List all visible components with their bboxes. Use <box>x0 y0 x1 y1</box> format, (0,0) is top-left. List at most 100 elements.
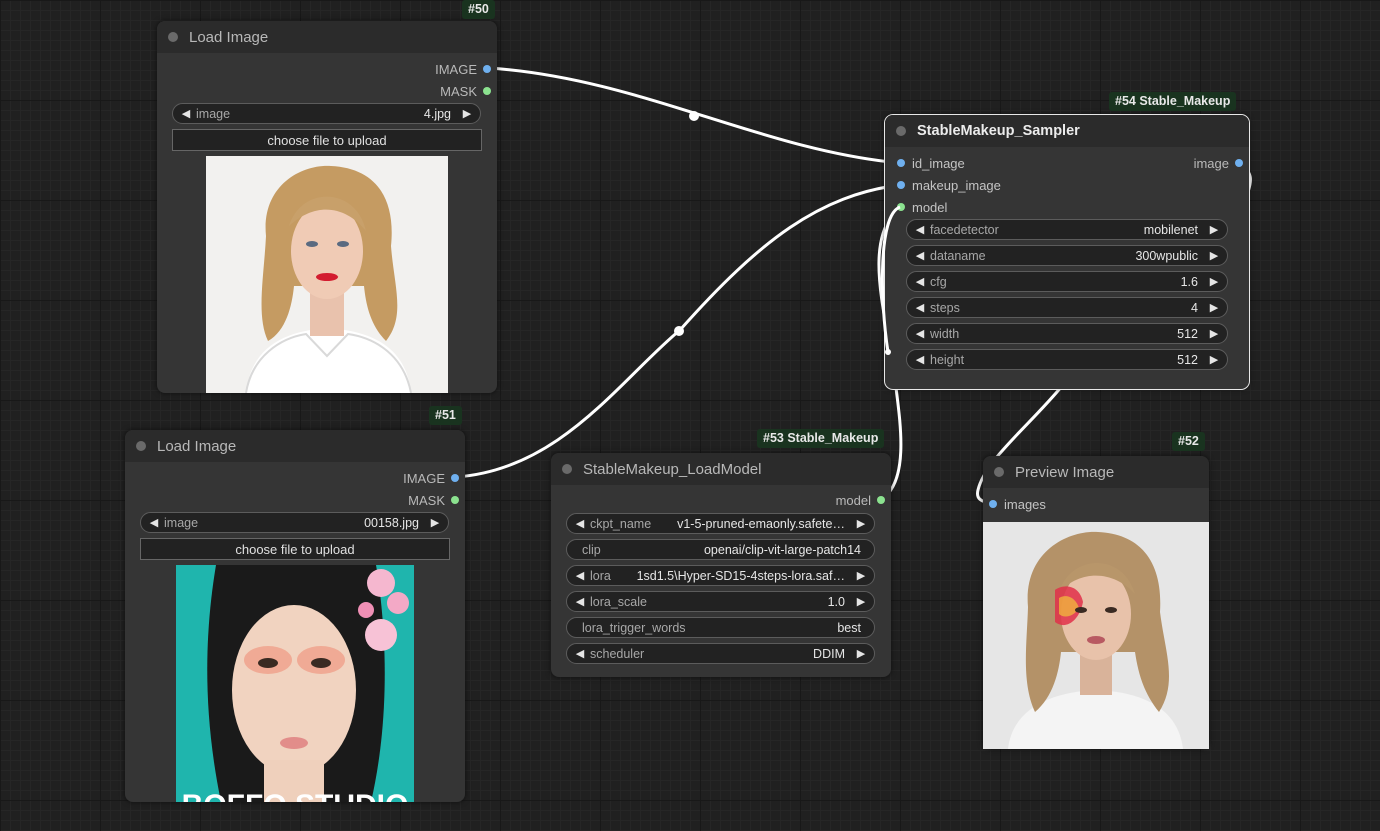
widget-value: openai/clip-vit-large-patch14 <box>703 542 861 557</box>
arrow-right-icon[interactable]: ▶ <box>855 517 867 530</box>
input-port-icon[interactable] <box>897 181 905 189</box>
input-slot-model[interactable]: model <box>897 198 947 216</box>
link-midpoint <box>689 111 699 121</box>
node-title-bar[interactable]: Load Image <box>157 21 497 53</box>
portrait-image <box>206 156 448 393</box>
load-image-node-50[interactable]: Load Image IMAGE MASK ◀ image 4.jpg ▶ ch… <box>157 21 497 393</box>
arrow-right-icon[interactable]: ▶ <box>1208 223 1220 236</box>
widget-label: clip <box>582 542 601 557</box>
output-port-icon[interactable] <box>483 65 491 73</box>
node-title: Load Image <box>157 437 237 455</box>
node-title-bar[interactable]: Preview Image <box>983 456 1209 488</box>
height-widget[interactable]: ◀ height 512 ▶ <box>906 349 1228 370</box>
arrow-left-icon[interactable]: ◀ <box>914 223 926 236</box>
steps-widget[interactable]: ◀ steps 4 ▶ <box>906 297 1228 318</box>
collapse-dot-icon[interactable] <box>136 441 146 451</box>
node-id-badge: #50 <box>462 0 495 19</box>
load-image-node-51[interactable]: Load Image IMAGE MASK ◀ image 00158.jpg … <box>125 430 465 802</box>
input-slot-makeup-image[interactable]: makeup_image <box>897 176 1001 194</box>
output-slot-image[interactable]: image <box>1194 154 1243 172</box>
arrow-left-icon[interactable]: ◀ <box>914 249 926 262</box>
collapse-dot-icon[interactable] <box>896 126 906 136</box>
upload-button[interactable]: choose file to upload <box>172 129 482 151</box>
stablemakeup-sampler-node-54[interactable]: StableMakeup_Sampler id_image makeup_ima… <box>884 114 1250 390</box>
clip-text-widget[interactable]: clip openai/clip-vit-large-patch14 <box>566 539 875 560</box>
output-label-image: IMAGE <box>403 470 445 486</box>
output-slot-model[interactable]: model <box>836 491 885 509</box>
cfg-widget[interactable]: ◀ cfg 1.6 ▶ <box>906 271 1228 292</box>
dataname-widget[interactable]: ◀ dataname 300wpublic ▶ <box>906 245 1228 266</box>
widget-value: 300wpublic <box>1135 248 1198 263</box>
output-slot-image[interactable]: IMAGE <box>403 469 459 487</box>
output-label-model: model <box>835 492 871 508</box>
node-id-badge: #51 <box>429 406 462 425</box>
input-slot-id-image[interactable]: id_image <box>897 154 965 172</box>
widget-label: scheduler <box>590 646 645 661</box>
input-port-icon[interactable] <box>989 500 997 508</box>
arrow-right-icon[interactable]: ▶ <box>855 647 867 660</box>
node-title: StableMakeup_Sampler <box>917 123 1080 139</box>
node-title-bar[interactable]: StableMakeup_Sampler <box>885 115 1249 147</box>
collapse-dot-icon[interactable] <box>168 32 178 42</box>
node-title-bar[interactable]: Load Image <box>125 430 465 462</box>
collapse-dot-icon[interactable] <box>562 464 572 474</box>
lora-scale-widget[interactable]: ◀ lora_scale 1.0 ▶ <box>566 591 875 612</box>
arrow-right-icon[interactable]: ▶ <box>1208 353 1220 366</box>
node-id-badge: #52 <box>1172 432 1205 451</box>
result-portrait-image <box>983 522 1209 749</box>
preview-image-node-52[interactable]: Preview Image images <box>983 456 1209 749</box>
node-graph-canvas[interactable]: #50 Load Image IMAGE MASK ◀ image 4.jpg … <box>0 0 1380 831</box>
arrow-left-icon[interactable]: ◀ <box>180 107 192 120</box>
node-title-bar[interactable]: StableMakeup_LoadModel <box>551 453 891 485</box>
output-port-icon[interactable] <box>451 474 459 482</box>
arrow-left-icon[interactable]: ◀ <box>914 275 926 288</box>
arrow-left-icon[interactable]: ◀ <box>574 517 586 530</box>
image-combo-widget[interactable]: ◀ image 00158.jpg ▶ <box>140 512 449 533</box>
widget-label: width <box>930 326 960 341</box>
arrow-left-icon[interactable]: ◀ <box>914 301 926 314</box>
output-slot-mask[interactable]: MASK <box>440 82 491 100</box>
output-slot-mask[interactable]: MASK <box>408 491 459 509</box>
output-slot-image[interactable]: IMAGE <box>435 60 491 78</box>
stablemakeup-loadmodel-node-53[interactable]: StableMakeup_LoadModel model ◀ ckpt_name… <box>551 453 891 677</box>
arrow-right-icon[interactable]: ▶ <box>1208 249 1220 262</box>
output-port-icon[interactable] <box>451 496 459 504</box>
width-widget[interactable]: ◀ width 512 ▶ <box>906 323 1228 344</box>
output-label-image: image <box>1193 155 1229 171</box>
input-port-icon[interactable] <box>897 159 905 167</box>
upload-button[interactable]: choose file to upload <box>140 538 450 560</box>
image-combo-widget[interactable]: ◀ image 4.jpg ▶ <box>172 103 481 124</box>
arrow-right-icon[interactable]: ▶ <box>1208 275 1220 288</box>
preview-watermark-text: BOFFO STUDIO <box>182 789 409 802</box>
output-port-icon[interactable] <box>877 496 885 504</box>
arrow-left-icon[interactable]: ◀ <box>148 516 160 529</box>
arrow-left-icon[interactable]: ◀ <box>914 353 926 366</box>
scheduler-widget[interactable]: ◀ scheduler DDIM ▶ <box>566 643 875 664</box>
arrow-right-icon[interactable]: ▶ <box>461 107 473 120</box>
arrow-right-icon[interactable]: ▶ <box>855 595 867 608</box>
input-slot-images[interactable]: images <box>989 495 1046 513</box>
arrow-left-icon[interactable]: ◀ <box>574 595 586 608</box>
input-port-icon[interactable] <box>897 203 905 211</box>
widget-value: 512 <box>1177 352 1198 367</box>
lora-trigger-words-widget[interactable]: lora_trigger_words best <box>566 617 875 638</box>
arrow-left-icon[interactable]: ◀ <box>574 569 586 582</box>
arrow-right-icon[interactable]: ▶ <box>429 516 441 529</box>
widget-value: 4.jpg <box>423 106 451 121</box>
ckpt-name-widget[interactable]: ◀ ckpt_name v1-5-pruned-emaonly.safete… … <box>566 513 875 534</box>
node-title: StableMakeup_LoadModel <box>583 460 762 478</box>
collapse-dot-icon[interactable] <box>994 467 1004 477</box>
arrow-right-icon[interactable]: ▶ <box>1208 327 1220 340</box>
node-id-badge: #53 Stable_Makeup <box>757 429 885 448</box>
widget-label: image <box>164 515 199 530</box>
output-port-icon[interactable] <box>1235 159 1243 167</box>
arrow-left-icon[interactable]: ◀ <box>914 327 926 340</box>
arrow-right-icon[interactable]: ▶ <box>855 569 867 582</box>
lora-widget[interactable]: ◀ lora 1sd1.5\Hyper-SD15-4steps-lora.saf… <box>566 565 875 586</box>
arrow-left-icon[interactable]: ◀ <box>574 647 586 660</box>
widget-label: cfg <box>930 274 947 289</box>
output-port-icon[interactable] <box>483 87 491 95</box>
facedetector-widget[interactable]: ◀ facedetector mobilenet ▶ <box>906 219 1228 240</box>
widget-label: lora_scale <box>590 594 647 609</box>
arrow-right-icon[interactable]: ▶ <box>1208 301 1220 314</box>
